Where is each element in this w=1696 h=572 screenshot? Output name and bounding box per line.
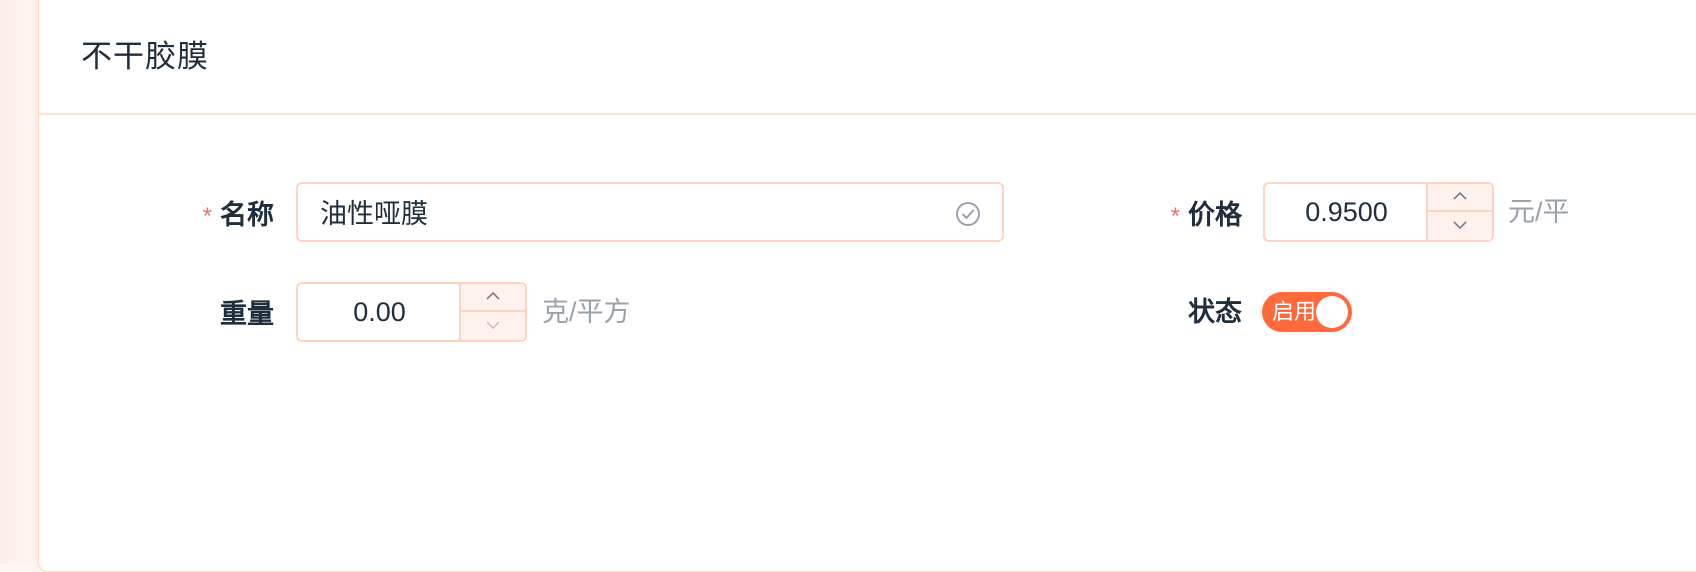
price-increment-button[interactable] xyxy=(1428,184,1492,212)
weight-unit: 克/平方 xyxy=(542,297,631,327)
weight-decrement-button[interactable] xyxy=(461,312,525,340)
dialog: 不干胶膜 xyxy=(38,0,1696,572)
price-input[interactable]: 0.9500 xyxy=(1263,182,1494,242)
required-mark: * xyxy=(1170,203,1180,230)
weight-label-box: 重量 xyxy=(150,282,274,346)
status-switch[interactable]: 启用 xyxy=(1262,292,1352,332)
dialog-title: 不干胶膜 xyxy=(81,39,209,74)
name-label-box: * 名称 xyxy=(150,183,274,247)
price-input-value: 0.9500 xyxy=(1305,197,1388,227)
chevron-down-icon xyxy=(485,317,501,335)
price-label: * 价格 xyxy=(1170,200,1242,230)
weight-stepper xyxy=(459,284,525,340)
weight-label: 重量 xyxy=(220,299,274,329)
price-stepper xyxy=(1426,184,1492,240)
price-unit: 元/平 xyxy=(1508,197,1570,227)
status-label-box: 状态 xyxy=(1120,280,1242,344)
dialog-header: 不干胶膜 xyxy=(39,0,1696,115)
name-label: * 名称 xyxy=(202,200,274,230)
weight-increment-button[interactable] xyxy=(461,284,525,312)
required-mark: * xyxy=(202,203,212,230)
name-input-value: 油性哑膜 xyxy=(320,199,428,229)
status-switch-text: 启用 xyxy=(1272,299,1317,324)
weight-input-value: 0.00 xyxy=(353,297,406,327)
chevron-up-icon xyxy=(1452,188,1468,206)
switch-knob xyxy=(1316,296,1348,328)
chevron-down-icon xyxy=(1452,217,1468,235)
price-decrement-button[interactable] xyxy=(1428,212,1492,240)
chevron-up-icon xyxy=(485,288,501,306)
price-label-box: * 价格 xyxy=(1120,183,1242,247)
name-input[interactable]: 油性哑膜 xyxy=(296,182,1004,242)
check-circle-icon xyxy=(954,200,982,228)
status-label: 状态 xyxy=(1188,297,1242,327)
weight-input[interactable]: 0.00 xyxy=(296,282,527,342)
